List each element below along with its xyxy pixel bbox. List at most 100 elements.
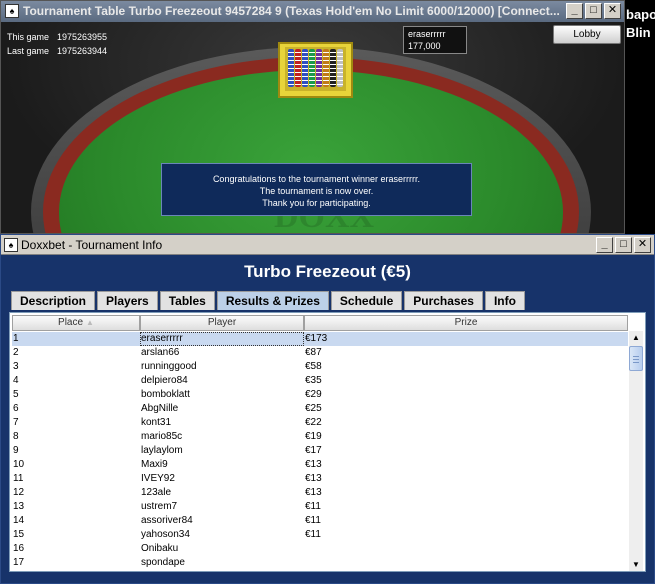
tab-tables[interactable]: Tables: [159, 291, 215, 310]
cell-place: 11: [13, 473, 24, 484]
table-body: 1 eraserrrrr €173 2 arslan66 €87 3 runninggood €…: [12, 332, 628, 570]
cell-prize: €35: [305, 375, 322, 386]
tab-description[interactable]: Description: [11, 291, 96, 310]
chip-stack: [302, 49, 308, 87]
tab-info[interactable]: Info: [484, 291, 525, 310]
cell-prize: €11: [305, 501, 321, 512]
table-row[interactable]: 12 123ale €13: [12, 486, 628, 500]
scroll-down-icon[interactable]: ▼: [629, 558, 643, 571]
cell-player: 123ale: [141, 487, 172, 498]
table-header: Place ▲ Player Prize: [12, 315, 628, 331]
cell-prize: [304, 542, 628, 556]
cell-player: eraserrrrr: [140, 332, 304, 346]
table-row[interactable]: 14 assoriver84 €11: [12, 514, 628, 528]
cell-prize: €19: [305, 431, 322, 442]
cell-player: arslan66: [141, 347, 180, 358]
chip-stack: [295, 49, 301, 87]
cell-player: Maxi9: [141, 459, 168, 470]
lobby-button[interactable]: Lobby: [553, 25, 621, 44]
this-game-id: 1975263955: [57, 32, 108, 42]
info-window-titlebar[interactable]: ♠ Doxxbet - Tournament Info _ □ ✕: [1, 235, 654, 255]
cell-place: 15: [13, 529, 25, 540]
table-row[interactable]: 6 AbgNille €25: [12, 402, 628, 416]
info-window-title: Doxxbet - Tournament Info: [21, 238, 163, 252]
game-window-controls: _ □ ✕: [566, 3, 621, 19]
cell-player: yahoson34: [141, 529, 190, 540]
table-row[interactable]: 10 Maxi9 €13: [12, 458, 628, 472]
table-row[interactable]: 8 mario85c €19: [12, 430, 628, 444]
app-icon: ♠: [4, 238, 18, 252]
cell-prize: €17: [305, 445, 322, 456]
app-icon: ♠: [5, 4, 19, 18]
cell-place: 10: [13, 459, 25, 470]
cell-player: Onibaku: [141, 543, 179, 554]
table-row[interactable]: 13 ustrem7 €11: [12, 500, 628, 514]
cell-prize: €11: [305, 515, 321, 526]
close-button[interactable]: ✕: [634, 237, 651, 253]
column-header-prize[interactable]: Prize: [304, 315, 628, 331]
player-seat[interactable]: eraserrrrr 177,000: [403, 26, 467, 54]
game-window-titlebar[interactable]: ♠ Tournament Table Turbo Freezeout 94572…: [1, 1, 624, 22]
chip-stack: [323, 49, 329, 87]
cell-place: 16: [13, 543, 25, 554]
tab-schedule[interactable]: Schedule: [330, 291, 403, 310]
grip-line: [633, 356, 639, 357]
message-line: Thank you for participating.: [262, 198, 371, 208]
tab-players[interactable]: Players: [97, 291, 158, 310]
tab-bar: Description Players Tables Results & Pri…: [11, 291, 527, 310]
scroll-thumb[interactable]: [629, 346, 643, 371]
table-row[interactable]: 4 delpiero84 €35: [12, 374, 628, 388]
cell-prize: €25: [305, 403, 322, 414]
column-header-player[interactable]: Player: [140, 315, 304, 331]
table-row[interactable]: 3 runninggood €58: [12, 360, 628, 374]
seat-chip-count: 177,000: [408, 41, 441, 51]
message-line: Congratulations to the tournament winner…: [212, 174, 421, 184]
cell-place: 2: [13, 347, 19, 358]
maximize-button[interactable]: □: [585, 3, 602, 19]
chip-stack: [330, 49, 336, 87]
chip-stack: [316, 49, 322, 87]
vertical-scrollbar[interactable]: ▲ ▼: [629, 331, 643, 571]
tournament-info-window: ♠ Doxxbet - Tournament Info _ □ ✕ Turbo …: [0, 234, 655, 584]
minimize-button[interactable]: _: [566, 3, 583, 19]
background-window-edge: bapo Blin: [626, 0, 655, 234]
seat-player-name: eraserrrrr: [408, 29, 446, 39]
cell-player: mario85c: [141, 431, 183, 442]
table-row[interactable]: 7 kont31 €22: [12, 416, 628, 430]
tab-purchases[interactable]: Purchases: [404, 291, 483, 310]
cell-place: 7: [13, 417, 19, 428]
cell-player: runninggood: [141, 361, 197, 372]
tournament-over-message: Congratulations to the tournament winner…: [161, 163, 472, 216]
table-row[interactable]: 5 bomboklatt €29: [12, 388, 628, 402]
table-row[interactable]: 17 spondape: [12, 556, 628, 570]
minimize-button[interactable]: _: [596, 237, 613, 253]
cell-player: laylaylom: [141, 445, 183, 456]
scroll-up-icon[interactable]: ▲: [629, 331, 643, 344]
last-game-id: 1975263944: [57, 46, 108, 56]
table-row[interactable]: 15 yahoson34 €11: [12, 528, 628, 542]
cell-place: 17: [13, 557, 25, 568]
table-row[interactable]: 16 Onibaku: [12, 542, 628, 556]
game-window-title: Tournament Table Turbo Freezeout 9457284…: [23, 4, 560, 18]
chip-stack: [288, 49, 294, 87]
table-row[interactable]: 1 eraserrrrr €173: [12, 332, 628, 346]
tab-results-prizes[interactable]: Results & Prizes: [216, 291, 329, 310]
table-row[interactable]: 9 laylaylom €17: [12, 444, 628, 458]
cell-player: ustrem7: [141, 501, 178, 512]
table-row[interactable]: 11 IVEY92 €13: [12, 472, 628, 486]
cell-prize: €11: [305, 529, 321, 540]
cell-place: 4: [13, 375, 19, 386]
column-header-place[interactable]: Place ▲: [12, 315, 140, 331]
maximize-button[interactable]: □: [615, 237, 632, 253]
background-text: bapo: [626, 7, 655, 22]
cell-place: 13: [13, 501, 25, 512]
cell-place: 14: [13, 515, 25, 526]
cell-prize: €58: [305, 361, 322, 372]
close-button[interactable]: ✕: [604, 3, 621, 19]
cell-place: 12: [13, 487, 25, 498]
column-label: Place: [58, 317, 84, 328]
results-table: Place ▲ Player Prize 1 eraserrrrr €173 2 arsl…: [9, 312, 646, 572]
grip-line: [633, 359, 639, 360]
cell-place: 8: [13, 431, 19, 442]
table-row[interactable]: 2 arslan66 €87: [12, 346, 628, 360]
